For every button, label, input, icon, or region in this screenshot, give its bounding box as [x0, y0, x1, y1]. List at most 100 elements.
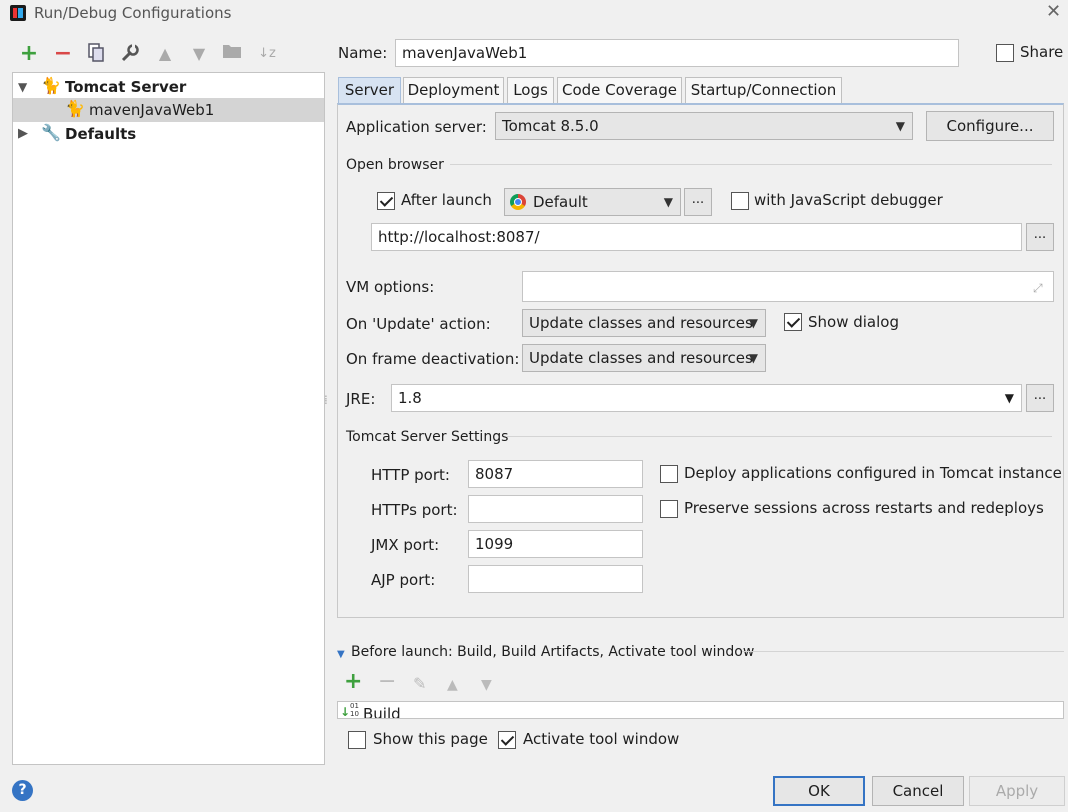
title-bar: Run/Debug Configurations ✕ [0, 0, 1068, 26]
edit-defaults-icon[interactable] [119, 43, 141, 65]
binary-icon: 01 10 [350, 702, 359, 718]
show-page-checkbox[interactable] [348, 731, 366, 749]
move-down-icon[interactable]: ▼ [188, 43, 210, 65]
preserve-sessions-checkbox[interactable] [660, 500, 678, 518]
add-icon[interactable]: + [18, 43, 40, 65]
build-task-label: Build [363, 705, 401, 719]
chrome-icon [510, 194, 526, 210]
on-update-value: Update classes and resources [529, 314, 753, 332]
tomcat-icon: 🐈 [41, 76, 61, 95]
name-input[interactable]: mavenJavaWeb1 [395, 39, 959, 67]
jre-more-button[interactable]: ... [1026, 384, 1054, 412]
jmx-port-label: JMX port: [371, 536, 440, 554]
before-launch-separator [742, 651, 1064, 652]
app-logo-icon [10, 5, 26, 21]
ajp-port-label: AJP port: [371, 571, 436, 589]
apply-button[interactable]: Apply [969, 776, 1065, 806]
chevron-down-icon: ▼ [748, 316, 758, 330]
show-dialog-label: Show dialog [808, 313, 899, 331]
splitter-handle[interactable]: ⁞ [324, 390, 328, 410]
jre-value: 1.8 [398, 389, 422, 407]
tree-defaults-label: Defaults [65, 125, 137, 143]
expand-icon[interactable]: ⤢ [1033, 278, 1043, 298]
help-icon[interactable]: ? [12, 780, 33, 801]
open-browser-separator [450, 164, 1052, 165]
tab-logs[interactable]: Logs [507, 77, 554, 103]
ok-button[interactable]: OK [773, 776, 865, 806]
activate-tool-window-checkbox[interactable] [498, 731, 516, 749]
https-port-label: HTTPs port: [371, 501, 458, 519]
on-update-label: On 'Update' action: [346, 315, 491, 333]
show-dialog-checkbox[interactable] [784, 313, 802, 331]
copy-icon[interactable] [85, 43, 107, 65]
folder-icon[interactable] [221, 43, 243, 65]
remove-icon[interactable]: − [52, 43, 74, 65]
tab-code-coverage[interactable]: Code Coverage [557, 77, 682, 103]
chevron-down-icon: ▼ [663, 195, 673, 209]
chevron-down-icon: ▼ [748, 351, 758, 365]
tab-startup-connection[interactable]: Startup/Connection [685, 77, 842, 103]
js-debugger-checkbox[interactable] [731, 192, 749, 210]
chevron-down-icon[interactable]: ▼ [18, 77, 27, 97]
url-more-button[interactable]: ... [1026, 223, 1054, 251]
jmx-port-input[interactable]: 1099 [468, 530, 643, 558]
app-server-select[interactable]: Tomcat 8.5.0 ▼ [495, 112, 913, 140]
move-task-up-icon[interactable]: ▲ [447, 675, 458, 695]
edit-task-icon[interactable]: ✎ [413, 674, 426, 694]
config-tree: ▼ 🐈 Tomcat Server 🐈 mavenJavaWeb1 ▶ 🔧 De… [12, 72, 325, 765]
build-icon: ↓ [340, 705, 351, 719]
tomcat-settings-label: Tomcat Server Settings [346, 429, 509, 445]
move-up-icon[interactable]: ▲ [154, 43, 176, 65]
chevron-right-icon[interactable]: ▶ [18, 124, 28, 144]
after-launch-checkbox[interactable] [377, 192, 395, 210]
browser-select[interactable]: Default ▼ [504, 188, 681, 216]
http-port-input[interactable]: 8087 [468, 460, 643, 488]
move-task-down-icon[interactable]: ▼ [481, 675, 492, 695]
browser-more-button[interactable]: ... [684, 188, 712, 216]
app-server-label: Application server: [346, 118, 487, 136]
tomcat-icon: 🐈 [65, 99, 85, 118]
tab-server[interactable]: Server [338, 77, 401, 103]
after-launch-label: After launch [401, 191, 492, 209]
on-frame-value: Update classes and resources [529, 349, 753, 367]
list-item[interactable]: ↓ 01 10 Build [338, 702, 1063, 719]
jre-label: JRE: [346, 390, 376, 408]
preserve-sessions-label: Preserve sessions across restarts and re… [684, 499, 1044, 517]
tree-item-defaults[interactable]: ▶ 🔧 Defaults [13, 122, 324, 146]
tree-item-config[interactable]: 🐈 mavenJavaWeb1 [13, 98, 324, 122]
activate-tool-window-label: Activate tool window [523, 730, 680, 748]
ajp-port-input[interactable] [468, 565, 643, 593]
tree-config-label: mavenJavaWeb1 [89, 101, 215, 119]
open-browser-label: Open browser [346, 157, 444, 173]
vm-options-input[interactable] [522, 271, 1054, 302]
configure-button[interactable]: Configure... [926, 111, 1054, 141]
remove-task-icon[interactable]: − [378, 671, 396, 693]
cancel-button[interactable]: Cancel [872, 776, 964, 806]
wrench-icon: 🔧 [41, 123, 61, 142]
https-port-input[interactable] [468, 495, 643, 523]
app-server-value: Tomcat 8.5.0 [502, 117, 599, 135]
url-input[interactable]: http://localhost:8087/ [371, 223, 1022, 251]
before-launch-toggle-icon[interactable]: ▼ [337, 645, 345, 665]
chevron-down-icon: ▼ [895, 119, 905, 133]
http-port-label: HTTP port: [371, 466, 450, 484]
add-task-icon[interactable]: + [344, 671, 362, 693]
on-update-select[interactable]: Update classes and resources ▼ [522, 309, 766, 337]
tab-deployment[interactable]: Deployment [403, 77, 504, 103]
show-page-label: Show this page [373, 730, 488, 748]
before-launch-title[interactable]: Before launch: Build, Build Artifacts, A… [351, 642, 754, 662]
on-frame-label: On frame deactivation: [346, 350, 520, 368]
deploy-apps-label: Deploy applications configured in Tomcat… [684, 464, 1062, 482]
jre-select[interactable]: 1.8 ▼ [391, 384, 1022, 412]
deploy-apps-checkbox[interactable] [660, 465, 678, 483]
on-frame-select[interactable]: Update classes and resources ▼ [522, 344, 766, 372]
tree-item-tomcat-server[interactable]: ▼ 🐈 Tomcat Server [13, 75, 324, 99]
name-label: Name: [338, 44, 388, 62]
tree-group-label: Tomcat Server [65, 78, 187, 96]
share-checkbox[interactable] [996, 44, 1014, 62]
sort-icon[interactable]: ↓z [256, 43, 278, 65]
close-icon[interactable]: ✕ [1046, 2, 1061, 22]
share-label: Share [1020, 43, 1064, 61]
js-debugger-label: with JavaScript debugger [754, 191, 943, 209]
tomcat-settings-separator [507, 436, 1052, 437]
